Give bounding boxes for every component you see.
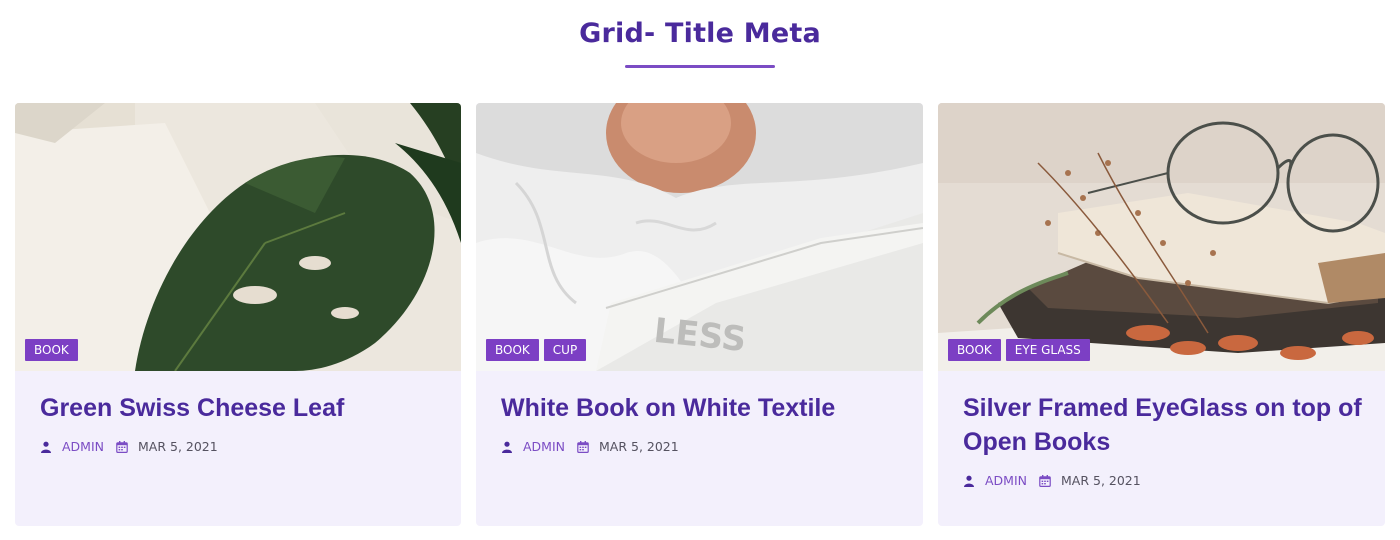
- calendar-icon: [116, 440, 128, 453]
- post-meta: ADMIN MAR 5, 2021: [40, 439, 441, 454]
- post-date: MAR 5, 2021: [138, 439, 218, 454]
- post-body: Silver Framed EyeGlass on top of Open Bo…: [963, 391, 1365, 488]
- post-card: LESS BOOK CUP White Book on White Textil…: [476, 103, 923, 526]
- tag-list: BOOK: [25, 339, 78, 361]
- user-icon: [501, 441, 513, 453]
- tag-book[interactable]: BOOK: [25, 339, 78, 361]
- post-body: White Book on White Textile ADMIN MAR 5,…: [501, 391, 903, 454]
- post-title[interactable]: Silver Framed EyeGlass on top of Open Bo…: [963, 391, 1365, 459]
- post-date: MAR 5, 2021: [1061, 473, 1141, 488]
- post-author[interactable]: ADMIN: [985, 473, 1027, 488]
- monstera-leaf-photo: [15, 103, 461, 371]
- post-author[interactable]: ADMIN: [62, 439, 104, 454]
- tag-book[interactable]: BOOK: [486, 339, 539, 361]
- title-underline: [625, 65, 775, 68]
- post-meta: ADMIN MAR 5, 2021: [963, 473, 1365, 488]
- tag-eye-glass[interactable]: EYE GLASS: [1005, 339, 1090, 361]
- tag-cup[interactable]: CUP: [543, 339, 587, 361]
- eyeglass-books-photo: [938, 103, 1385, 371]
- post-date: MAR 5, 2021: [599, 439, 679, 454]
- post-image[interactable]: [15, 103, 461, 371]
- post-title[interactable]: White Book on White Textile: [501, 391, 903, 425]
- post-meta: ADMIN MAR 5, 2021: [501, 439, 903, 454]
- calendar-icon: [1039, 474, 1051, 487]
- white-book-photo: LESS: [476, 103, 923, 371]
- tag-list: BOOK CUP: [486, 339, 587, 361]
- tag-list: BOOK EYE GLASS: [948, 339, 1090, 361]
- user-icon: [963, 475, 975, 487]
- tag-book[interactable]: BOOK: [948, 339, 1001, 361]
- post-image[interactable]: [938, 103, 1385, 371]
- post-author[interactable]: ADMIN: [523, 439, 565, 454]
- post-card: BOOK Green Swiss Cheese Leaf ADMIN MAR 5…: [15, 103, 461, 526]
- post-image[interactable]: LESS: [476, 103, 923, 371]
- section-title: Grid- Title Meta: [579, 18, 821, 49]
- post-card: BOOK EYE GLASS Silver Framed EyeGlass on…: [938, 103, 1385, 526]
- post-body: Green Swiss Cheese Leaf ADMIN MAR 5, 202…: [40, 391, 441, 454]
- post-title[interactable]: Green Swiss Cheese Leaf: [40, 391, 441, 425]
- user-icon: [40, 441, 52, 453]
- calendar-icon: [577, 440, 589, 453]
